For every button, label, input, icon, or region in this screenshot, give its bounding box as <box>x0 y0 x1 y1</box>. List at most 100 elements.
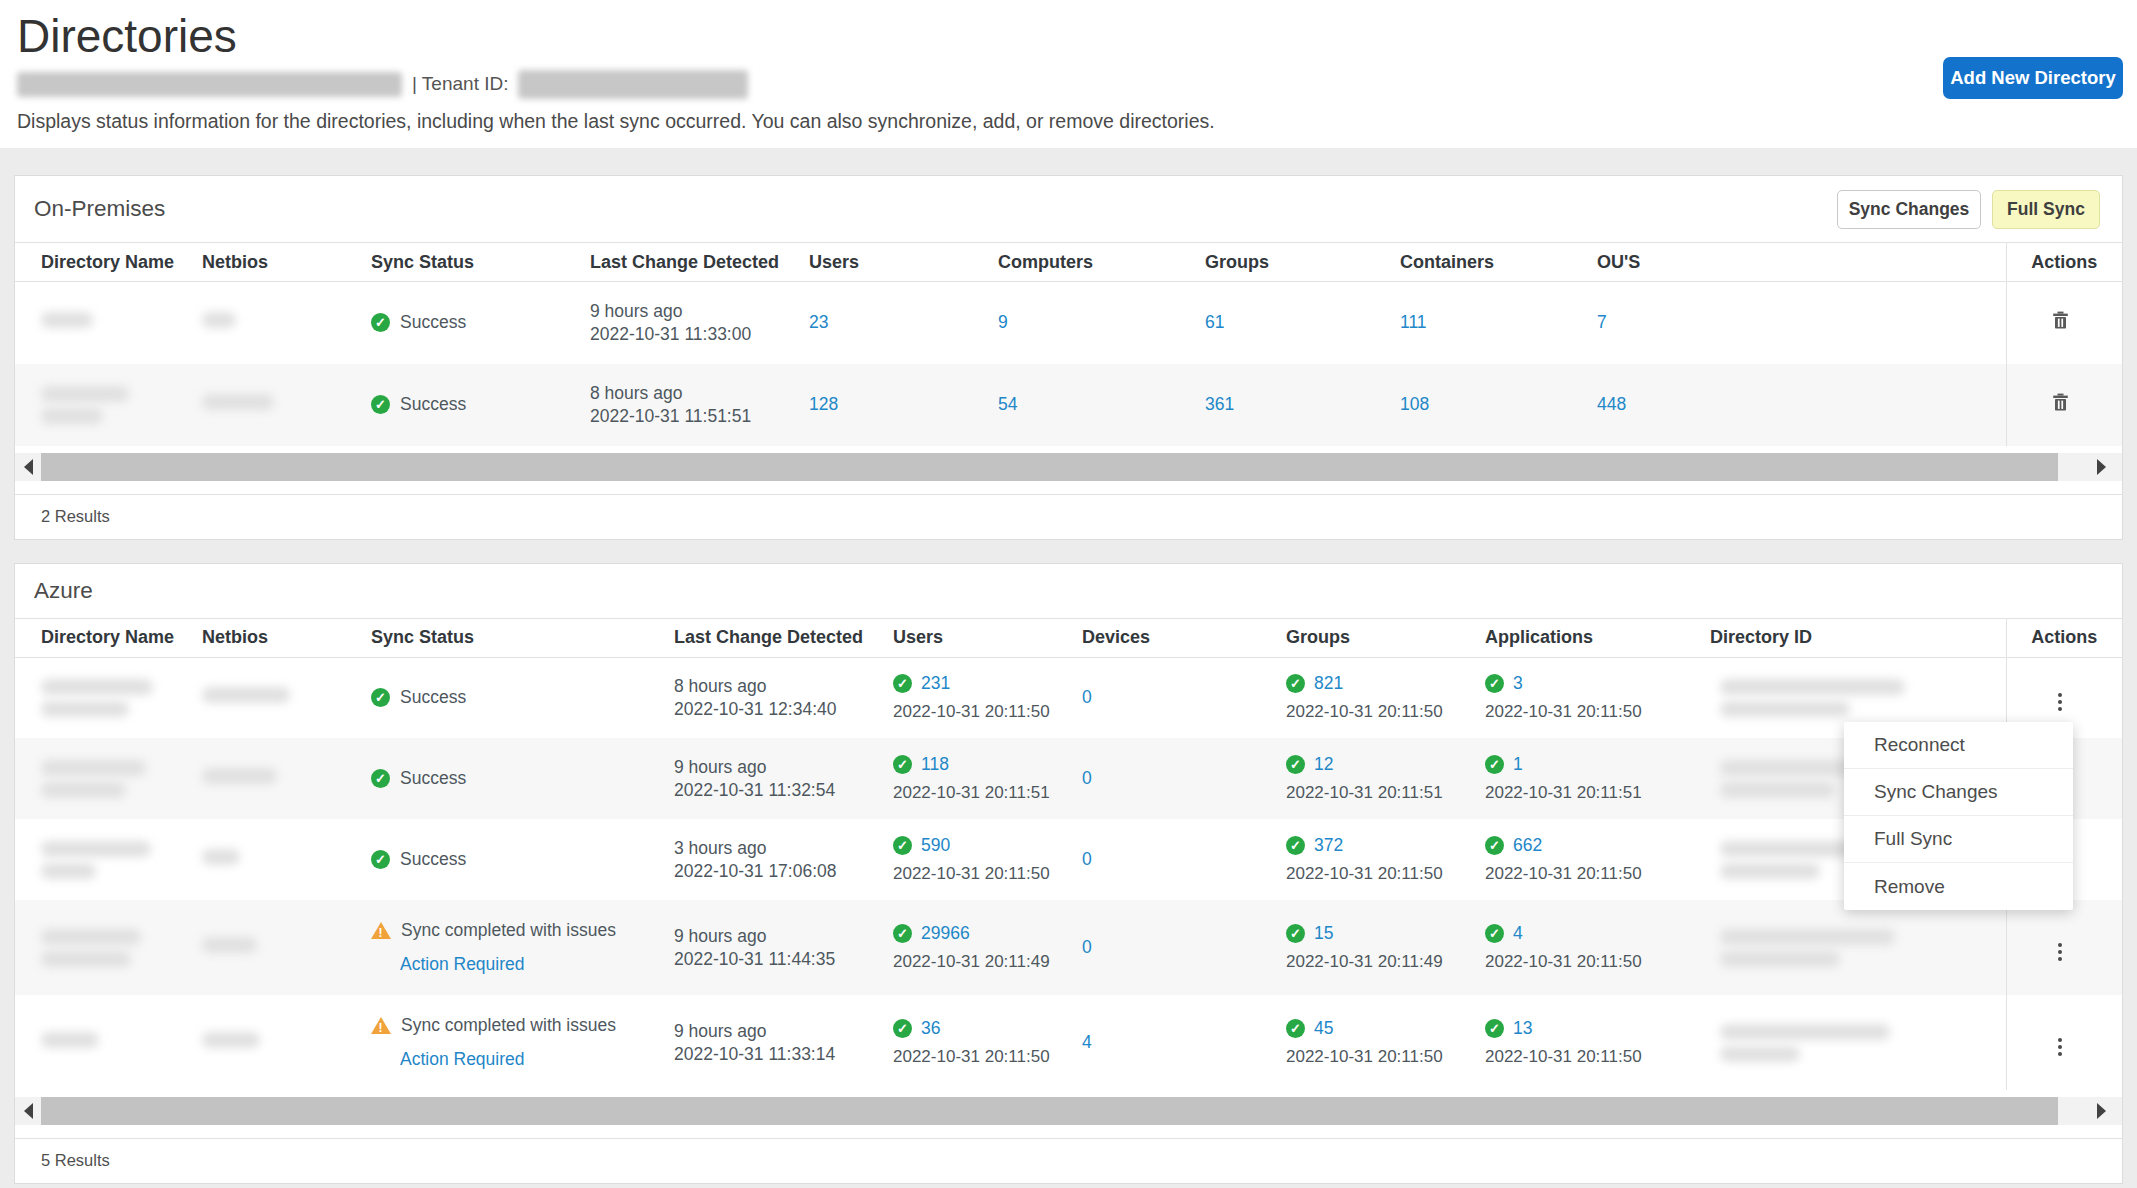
full-sync-button[interactable]: Full Sync <box>1992 190 2100 229</box>
users-count-link[interactable]: 23 <box>809 312 828 332</box>
users-count-link[interactable]: 118 <box>921 754 949 775</box>
redacted-netbios <box>202 937 257 953</box>
scroll-right-icon <box>2097 1103 2106 1119</box>
horizontal-scrollbar[interactable] <box>15 1097 2122 1125</box>
redacted-netbios <box>202 768 277 784</box>
groups-count-link[interactable]: 12 <box>1314 754 1333 775</box>
success-icon: ✓ <box>371 313 390 332</box>
success-icon: ✓ <box>1485 1019 1504 1038</box>
add-new-directory-button[interactable]: Add New Directory <box>1943 57 2123 99</box>
action-required-link[interactable]: Action Required <box>400 1049 525 1070</box>
scroll-left-icon <box>24 1103 33 1119</box>
column-header-users: Users <box>893 618 1082 657</box>
scroll-thumb[interactable] <box>41 453 2058 481</box>
redacted-netbios <box>202 312 236 328</box>
success-icon: ✓ <box>1485 674 1504 693</box>
column-header-directory-name: Directory Name <box>15 243 202 282</box>
containers-count-link[interactable]: 111 <box>1400 312 1427 332</box>
last-change-timestamp: 2022-10-31 11:33:14 <box>674 1043 893 1065</box>
last-change-timestamp: 2022-10-31 11:32:54 <box>674 779 893 801</box>
redacted-directory-id <box>1710 929 2006 967</box>
groups-count-link[interactable]: 372 <box>1314 835 1343 856</box>
onprem-header-row: Directory Name Netbios Sync Status Last … <box>15 243 2122 282</box>
delete-directory-button[interactable] <box>2052 310 2069 333</box>
onprem-panel: On-Premises Sync Changes Full Sync Direc… <box>14 175 2123 540</box>
sync-changes-button[interactable]: Sync Changes <box>1837 190 1981 229</box>
applications-count-link[interactable]: 4 <box>1513 923 1523 944</box>
page-header: Directories | Tenant ID: Displays status… <box>0 0 2137 148</box>
menu-item-reconnect[interactable]: Reconnect <box>1844 722 2073 769</box>
devices-count-link[interactable]: 0 <box>1082 849 1092 869</box>
delete-directory-button[interactable] <box>2052 392 2069 415</box>
last-change-timestamp: 2022-10-31 17:06:08 <box>674 860 893 882</box>
row-actions-menu-button[interactable] <box>2054 1034 2066 1060</box>
last-change-timestamp: 2022-10-31 11:51:51 <box>590 405 809 427</box>
success-icon: ✓ <box>1286 755 1305 774</box>
redacted-directory-name <box>41 929 202 967</box>
row-actions-menu-button[interactable] <box>2054 689 2066 715</box>
applications-sync-timestamp: 2022-10-31 20:11:50 <box>1485 1047 1710 1067</box>
last-change-relative: 9 hours ago <box>590 300 809 322</box>
applications-count-link[interactable]: 1 <box>1513 754 1523 775</box>
warning-icon <box>371 922 391 939</box>
ous-count-link[interactable]: 7 <box>1597 312 1607 332</box>
users-count-link[interactable]: 29966 <box>921 923 970 944</box>
applications-count-link[interactable]: 3 <box>1513 673 1523 694</box>
devices-count-link[interactable]: 0 <box>1082 687 1092 707</box>
column-header-last-change: Last Change Detected <box>590 243 809 282</box>
containers-count-link[interactable]: 108 <box>1400 394 1429 414</box>
last-change-relative: 8 hours ago <box>674 675 893 697</box>
row-actions-menu: Reconnect Sync Changes Full Sync Remove <box>1844 722 2073 910</box>
groups-count-link[interactable]: 61 <box>1205 312 1224 332</box>
devices-count-link[interactable]: 0 <box>1082 768 1092 788</box>
row-actions-menu-button[interactable] <box>2054 939 2066 965</box>
applications-count-link[interactable]: 662 <box>1513 835 1542 856</box>
menu-item-sync-changes[interactable]: Sync Changes <box>1844 769 2073 816</box>
redacted-directory-id <box>1710 679 2006 717</box>
scroll-left-button[interactable] <box>15 453 41 481</box>
groups-count-link[interactable]: 15 <box>1314 923 1333 944</box>
users-count-link[interactable]: 36 <box>921 1018 940 1039</box>
menu-item-remove[interactable]: Remove <box>1844 863 2073 910</box>
groups-count-link[interactable]: 45 <box>1314 1018 1333 1039</box>
scroll-right-button[interactable] <box>2088 1097 2122 1125</box>
groups-count-link[interactable]: 361 <box>1205 394 1234 414</box>
applications-count-link[interactable]: 13 <box>1513 1018 1532 1039</box>
table-row: Sync completed with issuesAction Require… <box>15 900 2122 995</box>
scroll-right-icon <box>2097 459 2106 475</box>
computers-count-link[interactable]: 54 <box>998 394 1017 414</box>
success-icon: ✓ <box>893 1019 912 1038</box>
last-change-relative: 3 hours ago <box>674 837 893 859</box>
redacted-netbios <box>202 687 290 703</box>
redacted-directory-name <box>41 760 202 798</box>
horizontal-scrollbar[interactable] <box>15 453 2122 481</box>
devices-count-link[interactable]: 4 <box>1082 1032 1092 1052</box>
users-count-link[interactable]: 128 <box>809 394 838 414</box>
devices-count-link[interactable]: 0 <box>1082 937 1092 957</box>
scroll-left-icon <box>24 459 33 475</box>
column-header-directory-name: Directory Name <box>15 618 202 657</box>
sync-status: ✓Success <box>371 687 674 708</box>
results-count: 2 Results <box>15 494 2122 539</box>
action-required-link[interactable]: Action Required <box>400 954 525 975</box>
computers-count-link[interactable]: 9 <box>998 312 1008 332</box>
ous-count-link[interactable]: 448 <box>1597 394 1626 414</box>
scroll-right-button[interactable] <box>2088 453 2122 481</box>
menu-item-full-sync[interactable]: Full Sync <box>1844 816 2073 863</box>
success-icon: ✓ <box>1485 755 1504 774</box>
azure-header-row: Directory Name Netbios Sync Status Last … <box>15 618 2122 657</box>
users-count-link[interactable]: 231 <box>921 673 950 694</box>
success-icon: ✓ <box>893 924 912 943</box>
users-count-link[interactable]: 590 <box>921 835 950 856</box>
column-header-last-change: Last Change Detected <box>674 618 893 657</box>
scroll-left-button[interactable] <box>15 1097 41 1125</box>
table-row: ✓Success 8 hours ago2022-10-31 12:34:40 … <box>15 657 2122 738</box>
groups-sync-timestamp: 2022-10-31 20:11:50 <box>1286 1047 1485 1067</box>
redacted-netbios <box>202 1032 260 1048</box>
redacted-directory-id <box>1710 1024 2006 1062</box>
success-icon: ✓ <box>1286 836 1305 855</box>
scroll-thumb[interactable] <box>41 1097 2058 1125</box>
groups-count-link[interactable]: 821 <box>1314 673 1343 694</box>
sync-status: ✓Success <box>371 394 590 415</box>
users-sync-timestamp: 2022-10-31 20:11:50 <box>893 864 1082 884</box>
